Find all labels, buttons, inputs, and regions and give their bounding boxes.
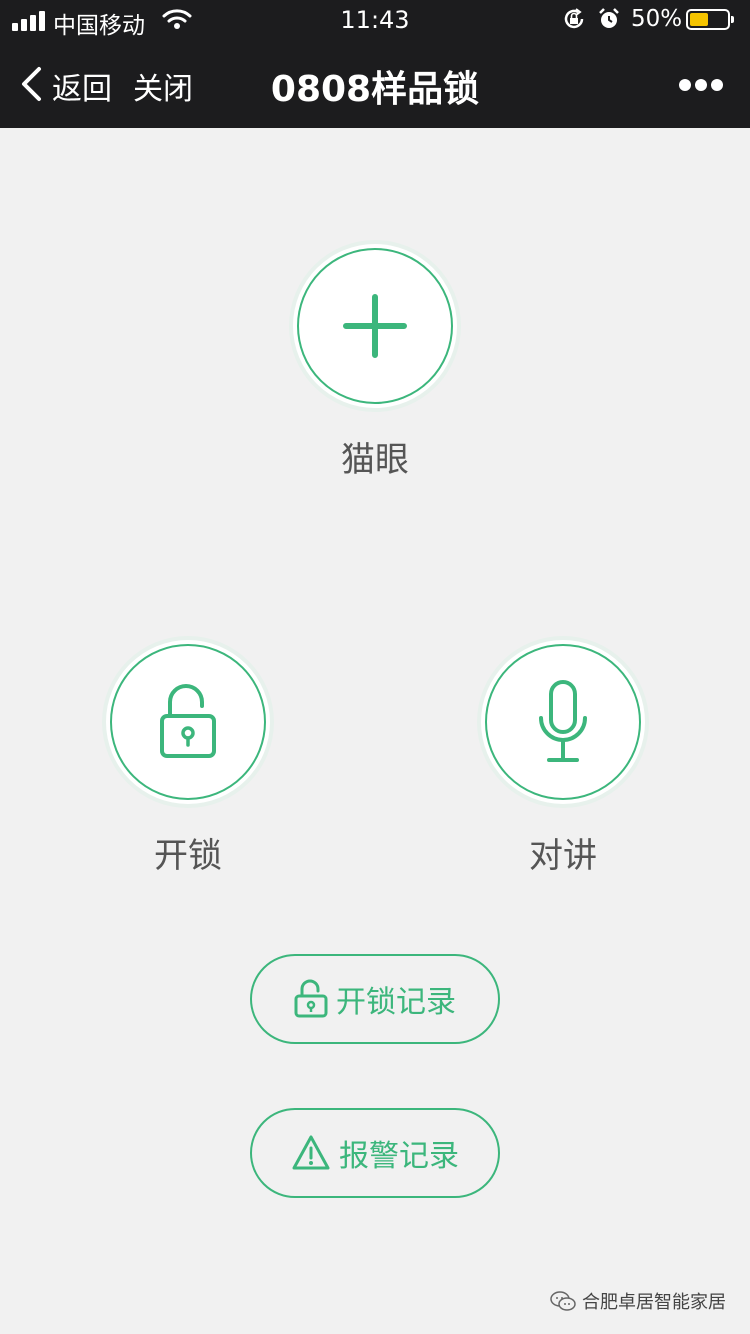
battery-icon — [686, 9, 734, 30]
alarm-icon — [599, 8, 619, 28]
intercom-label: 对讲 — [529, 836, 597, 876]
unlock-icon — [294, 979, 328, 1018]
more-icon[interactable] — [678, 78, 724, 92]
watermark-text: 合肥卓居智能家居 — [582, 1292, 726, 1313]
alarm-records-button[interactable]: 报警记录 — [250, 1108, 500, 1198]
rotation-lock-icon — [564, 8, 584, 29]
unlock-button[interactable] — [106, 640, 270, 804]
battery-percent: 50% — [631, 6, 683, 32]
wechat-icon — [550, 1291, 576, 1311]
warning-icon — [292, 1135, 330, 1170]
unlock-records-label: 开锁记录 — [336, 985, 456, 1020]
nav-bar: 返回 关闭 0808样品锁 — [0, 40, 750, 128]
peephole-label: 猫眼 — [341, 440, 409, 480]
status-bar: 中国移动 11:43 50% — [0, 0, 750, 40]
page-title: 0808样品锁 — [270, 69, 480, 110]
intercom-button[interactable] — [481, 640, 645, 804]
unlock-label: 开锁 — [154, 836, 222, 876]
watermark: 合肥卓居智能家居 — [550, 1288, 726, 1314]
alarm-records-label: 报警记录 — [339, 1139, 459, 1174]
top-bar: 中国移动 11:43 50% 返回 关闭 0808样品锁 — [0, 0, 750, 128]
peephole-button[interactable] — [293, 244, 457, 408]
unlock-records-button[interactable]: 开锁记录 — [250, 954, 500, 1044]
